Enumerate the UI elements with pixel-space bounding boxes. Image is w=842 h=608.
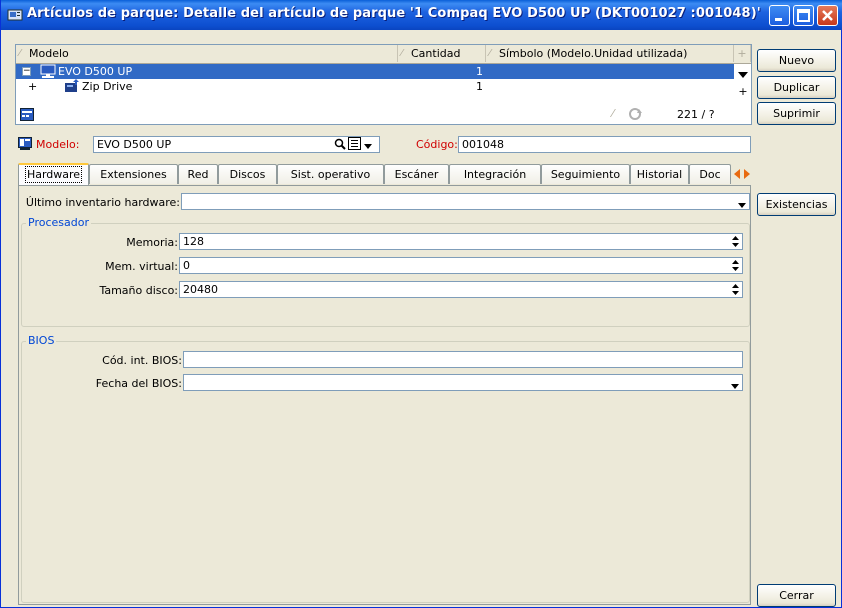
tab-integracion[interactable]: Integración: [449, 164, 541, 184]
nuevo-button[interactable]: Nuevo: [757, 49, 836, 72]
tab-sist-operativo[interactable]: Sist. operativo: [277, 164, 384, 184]
spinner-icon[interactable]: [732, 283, 739, 297]
ultimo-inventario-label: Último inventario hardware:: [25, 196, 180, 209]
cerrar-button[interactable]: Cerrar: [757, 584, 836, 607]
dropdown-arrow-icon[interactable]: [364, 140, 373, 153]
refresh-icon[interactable]: [626, 107, 644, 124]
list-header: ⁄ Modelo ⁄ Cantidad ⁄ Símbolo (Modelo.Unida…: [16, 45, 751, 64]
list-view-icon[interactable]: [20, 108, 34, 124]
title-bar[interactable]: Artículos de parque: Detalle del artícul…: [1, 0, 842, 30]
codigo-label: Código:: [416, 138, 458, 151]
maximize-icon: [797, 9, 810, 22]
minimize-icon: [775, 18, 782, 21]
collapse-icon[interactable]: −: [22, 67, 31, 76]
filter-icon[interactable]: ⁄: [612, 107, 614, 120]
tab-bar: Hardware Extensiones Red Discos Sist. op…: [18, 163, 751, 186]
items-tree-list[interactable]: ⁄ Modelo ⁄ Cantidad ⁄ Símbolo (Modelo.Unida…: [15, 44, 752, 125]
tamano-disco-label: Tamaño disco:: [99, 284, 178, 297]
mem-virtual-label: Mem. virtual:: [105, 260, 178, 273]
dropdown-arrow-icon[interactable]: [738, 198, 746, 209]
column-header-modelo[interactable]: ⁄ Modelo: [16, 45, 398, 62]
drive-icon: [64, 79, 80, 98]
tab-hardware[interactable]: Hardware: [18, 163, 89, 185]
hardware-tab-panel: Último inventario hardware: Procesador M…: [18, 185, 751, 605]
minimize-button[interactable]: [769, 5, 790, 26]
row-cantidad: 1: [476, 65, 483, 78]
existencias-button[interactable]: Existencias: [757, 193, 836, 216]
fecha-bios-dropdown[interactable]: [183, 374, 743, 391]
mem-virtual-field[interactable]: 0: [179, 257, 743, 274]
spinner-icon[interactable]: [732, 259, 739, 273]
tab-red[interactable]: Red: [178, 164, 218, 184]
dropdown-arrow-icon[interactable]: [731, 379, 739, 390]
cod-bios-label: Cód. int. BIOS:: [102, 354, 182, 367]
record-count: 221 / ?: [677, 108, 715, 121]
row-modelo: EVO D500 UP: [58, 65, 133, 78]
app-icon: [7, 7, 23, 23]
expand-icon[interactable]: +: [28, 79, 37, 94]
fecha-bios-label: Fecha del BIOS:: [95, 377, 182, 390]
spinner-icon[interactable]: [732, 235, 739, 249]
tab-escaner[interactable]: Escáner: [384, 164, 449, 184]
search-icon[interactable]: [334, 138, 346, 153]
codigo-field[interactable]: 001048: [458, 136, 751, 153]
modelo-label: Modelo:: [36, 138, 80, 151]
details-icon[interactable]: [348, 137, 362, 153]
procesador-legend: Procesador: [26, 216, 91, 229]
tab-seguimiento[interactable]: Seguimiento: [541, 164, 630, 184]
close-button[interactable]: [817, 5, 838, 26]
tab-discos[interactable]: Discos: [218, 164, 277, 184]
suprimir-button[interactable]: Suprimir: [757, 102, 836, 125]
tab-scroll-right-icon[interactable]: [743, 169, 751, 182]
duplicar-button[interactable]: Duplicar: [757, 76, 836, 99]
row-modelo: Zip Drive: [82, 80, 133, 93]
tab-historial[interactable]: Historial: [630, 164, 689, 184]
tab-doc[interactable]: Doc: [689, 164, 731, 184]
window-title: Artículos de parque: Detalle del artícul…: [27, 6, 761, 21]
column-header-cantidad[interactable]: ⁄ Cantidad: [398, 45, 486, 62]
maximize-button[interactable]: [793, 5, 814, 26]
procesador-group: Procesador Memoria: 128 Mem. virtual: 0 …: [21, 216, 750, 327]
column-header-simbolo[interactable]: ⁄ Símbolo (Modelo.Unidad utilizada): [486, 45, 734, 62]
bios-group: BIOS Cód. int. BIOS: Fecha del BIOS:: [21, 334, 750, 603]
row-cantidad: 1: [476, 80, 483, 93]
tab-extensiones[interactable]: Extensiones: [89, 164, 178, 184]
table-row[interactable]: + Zip Drive 1: [16, 79, 734, 94]
table-row[interactable]: − EVO D500 UP 1: [16, 64, 734, 79]
arrow-down-icon: [738, 72, 748, 78]
model-record-icon: [18, 137, 32, 154]
memoria-label: Memoria:: [126, 236, 178, 249]
close-icon: [822, 10, 833, 21]
column-config-icon[interactable]: +: [734, 45, 751, 62]
bios-legend: BIOS: [26, 334, 57, 347]
memoria-field[interactable]: 128: [179, 233, 743, 250]
tab-scroll-left-icon[interactable]: [733, 169, 741, 182]
tamano-disco-field[interactable]: 20480: [179, 281, 743, 298]
main-window: Artículos de parque: Detalle del artícul…: [0, 0, 842, 608]
expand-all-button[interactable]: +: [735, 85, 751, 99]
cod-bios-field[interactable]: [183, 351, 743, 368]
ultimo-inventario-dropdown[interactable]: [181, 193, 750, 210]
